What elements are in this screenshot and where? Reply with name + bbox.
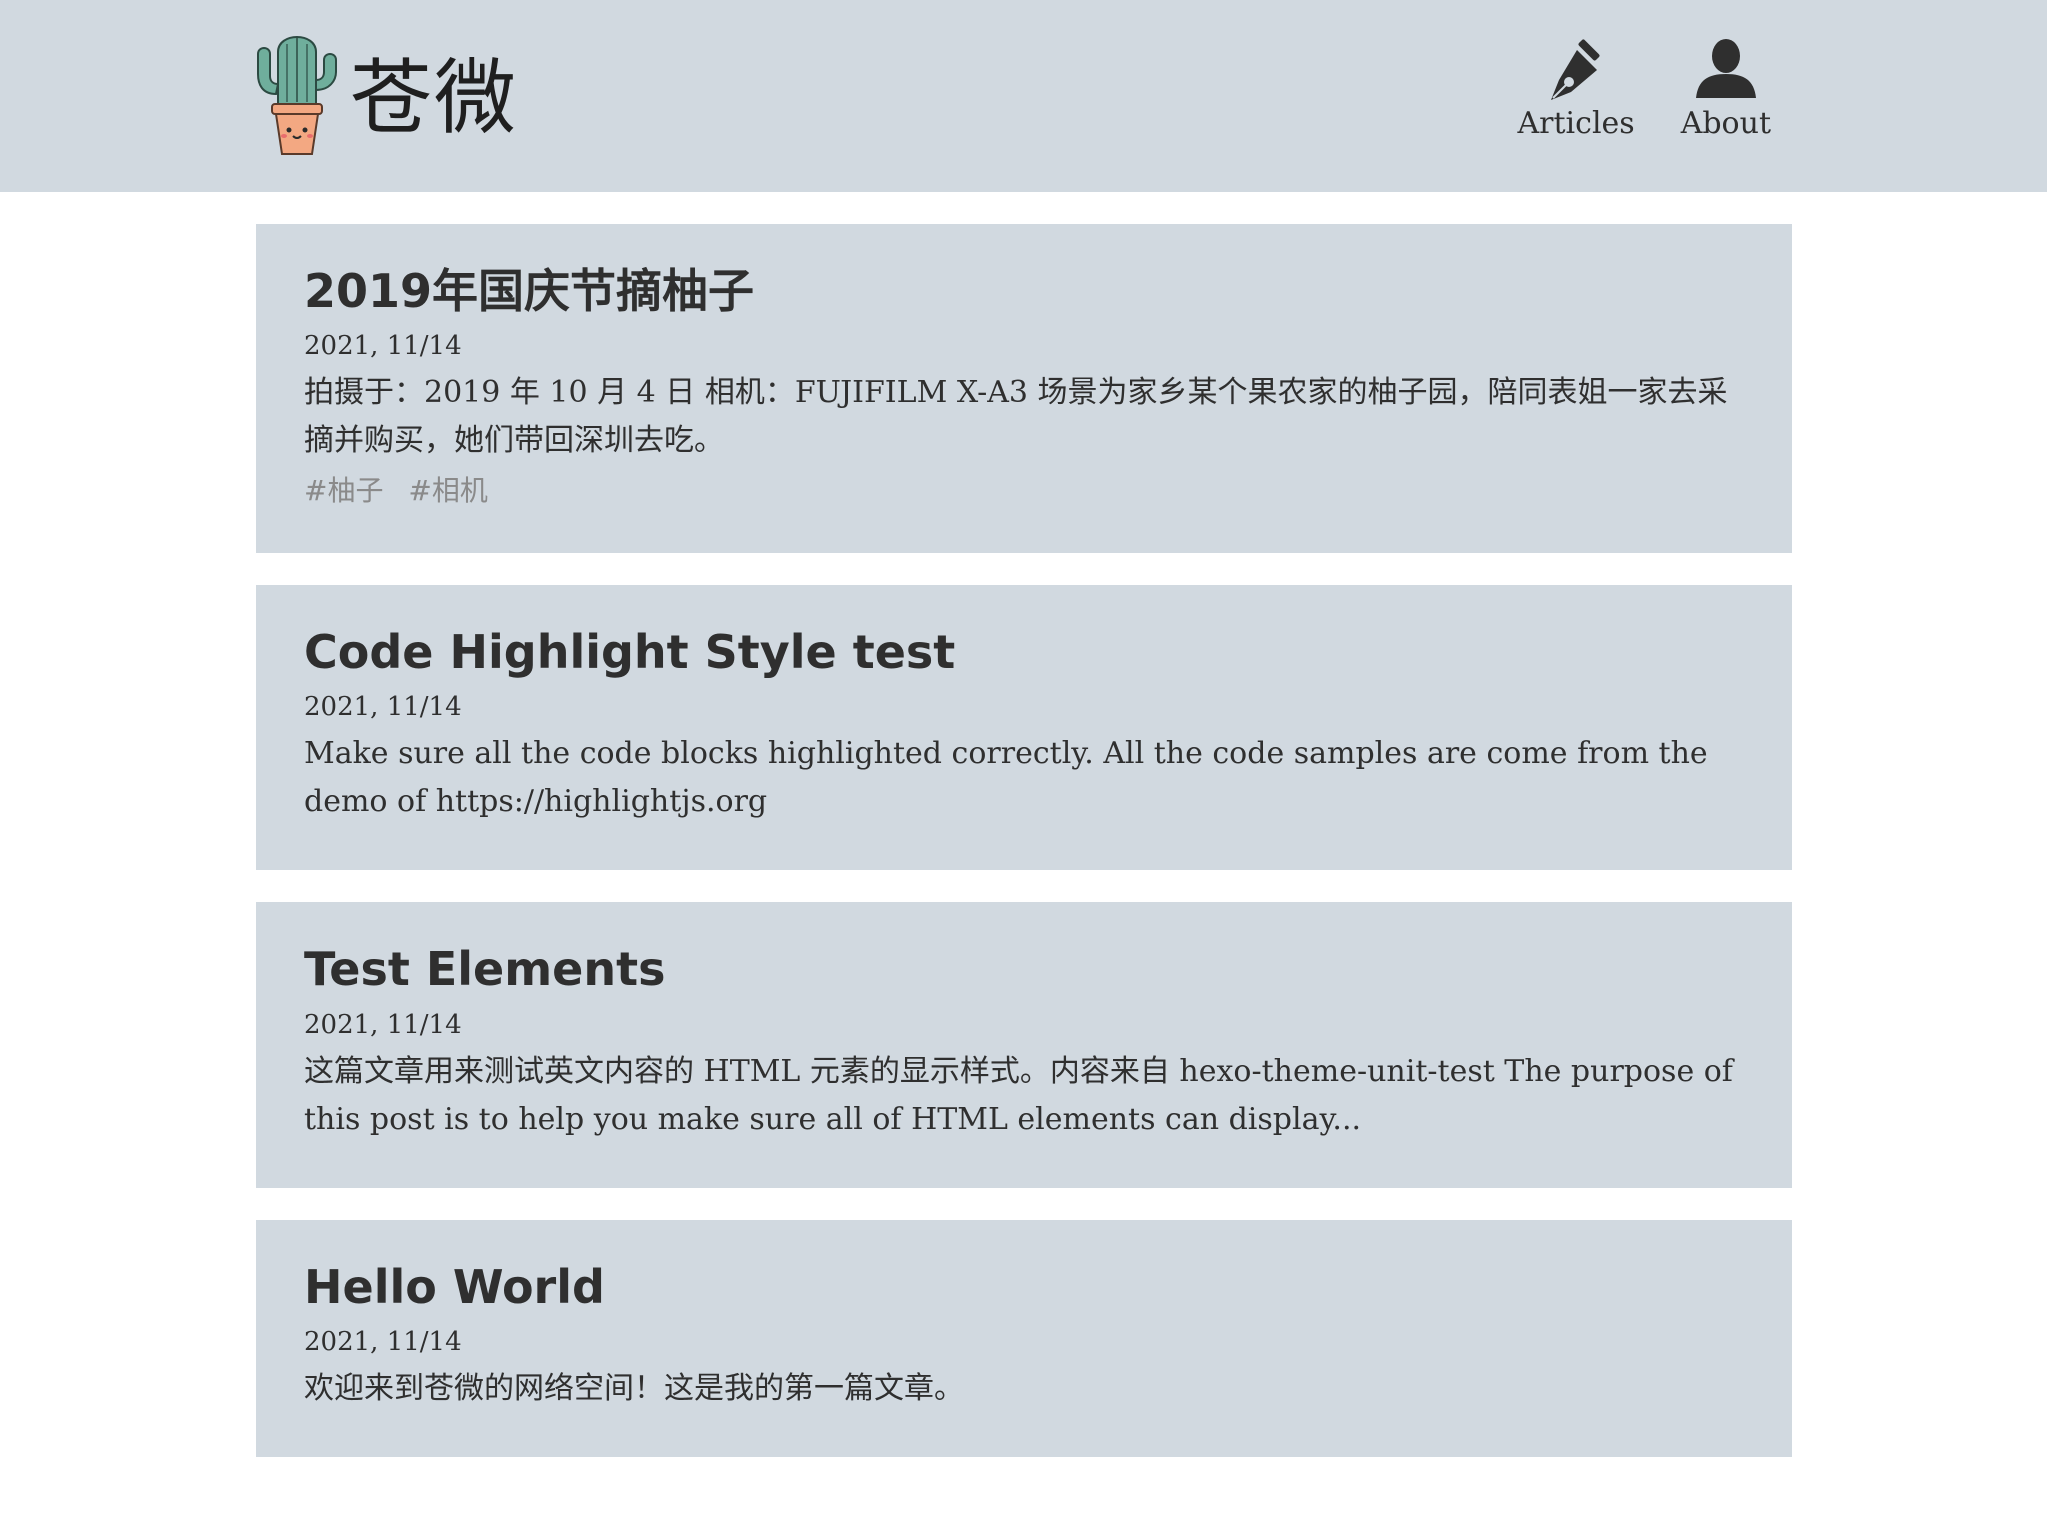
site-header: 苍微 Articles About: [0, 0, 2047, 192]
user-icon: [1695, 39, 1756, 98]
fountain-pen-icon: [1551, 39, 1600, 100]
site-title: 苍微: [350, 51, 519, 146]
post-summary: 这篇文章用来测试英文内容的 HTML 元素的显示样式。内容来自 hexo-the…: [304, 1053, 1733, 1137]
post-card[interactable]: Hello World 2021, 11/14 欢迎来到苍微的网络空间！这是我的…: [256, 1219, 1792, 1457]
post-date: 2021, 11/14: [304, 331, 462, 362]
post-date: 2021, 11/14: [304, 1009, 462, 1040]
site-logo-link[interactable]: 苍微: [254, 32, 518, 158]
post-list: 2019年国庆节摘柚子 2021, 11/14 拍摄于：2019 年 10 月 …: [256, 224, 1792, 1489]
post-card[interactable]: Test Elements 2021, 11/14 这篇文章用来测试英文内容的 …: [256, 902, 1792, 1188]
post-tags: #柚子 #相机: [304, 469, 1744, 509]
nav-about[interactable]: About: [1681, 36, 1771, 141]
nav-articles[interactable]: Articles: [1517, 36, 1635, 141]
post-date: 2021, 11/14: [304, 1326, 462, 1357]
post-title[interactable]: 2019年国庆节摘柚子: [304, 264, 1744, 319]
post-summary: 拍摄于：2019 年 10 月 4 日 相机：FUJIFILM X-A3 场景为…: [304, 375, 1728, 459]
tag-link[interactable]: #相机: [408, 474, 487, 507]
post-title[interactable]: Test Elements: [304, 942, 1744, 997]
post-date: 2021, 11/14: [304, 692, 462, 723]
nav-articles-label: Articles: [1517, 106, 1635, 141]
post-title[interactable]: Code Highlight Style test: [304, 625, 1744, 680]
post-card[interactable]: 2019年国庆节摘柚子 2021, 11/14 拍摄于：2019 年 10 月 …: [256, 224, 1792, 554]
nav-about-label: About: [1680, 106, 1771, 141]
tag-link[interactable]: #柚子: [304, 474, 383, 507]
post-title[interactable]: Hello World: [304, 1260, 1744, 1315]
cactus-logo-icon: [257, 36, 337, 155]
post-summary: Make sure all the code blocks highlighte…: [304, 736, 1708, 820]
post-card[interactable]: Code Highlight Style test 2021, 11/14 Ma…: [256, 585, 1792, 871]
post-summary: 欢迎来到苍微的网络空间！这是我的第一篇文章。: [304, 1370, 964, 1406]
main-nav: Articles About: [1517, 36, 1771, 141]
